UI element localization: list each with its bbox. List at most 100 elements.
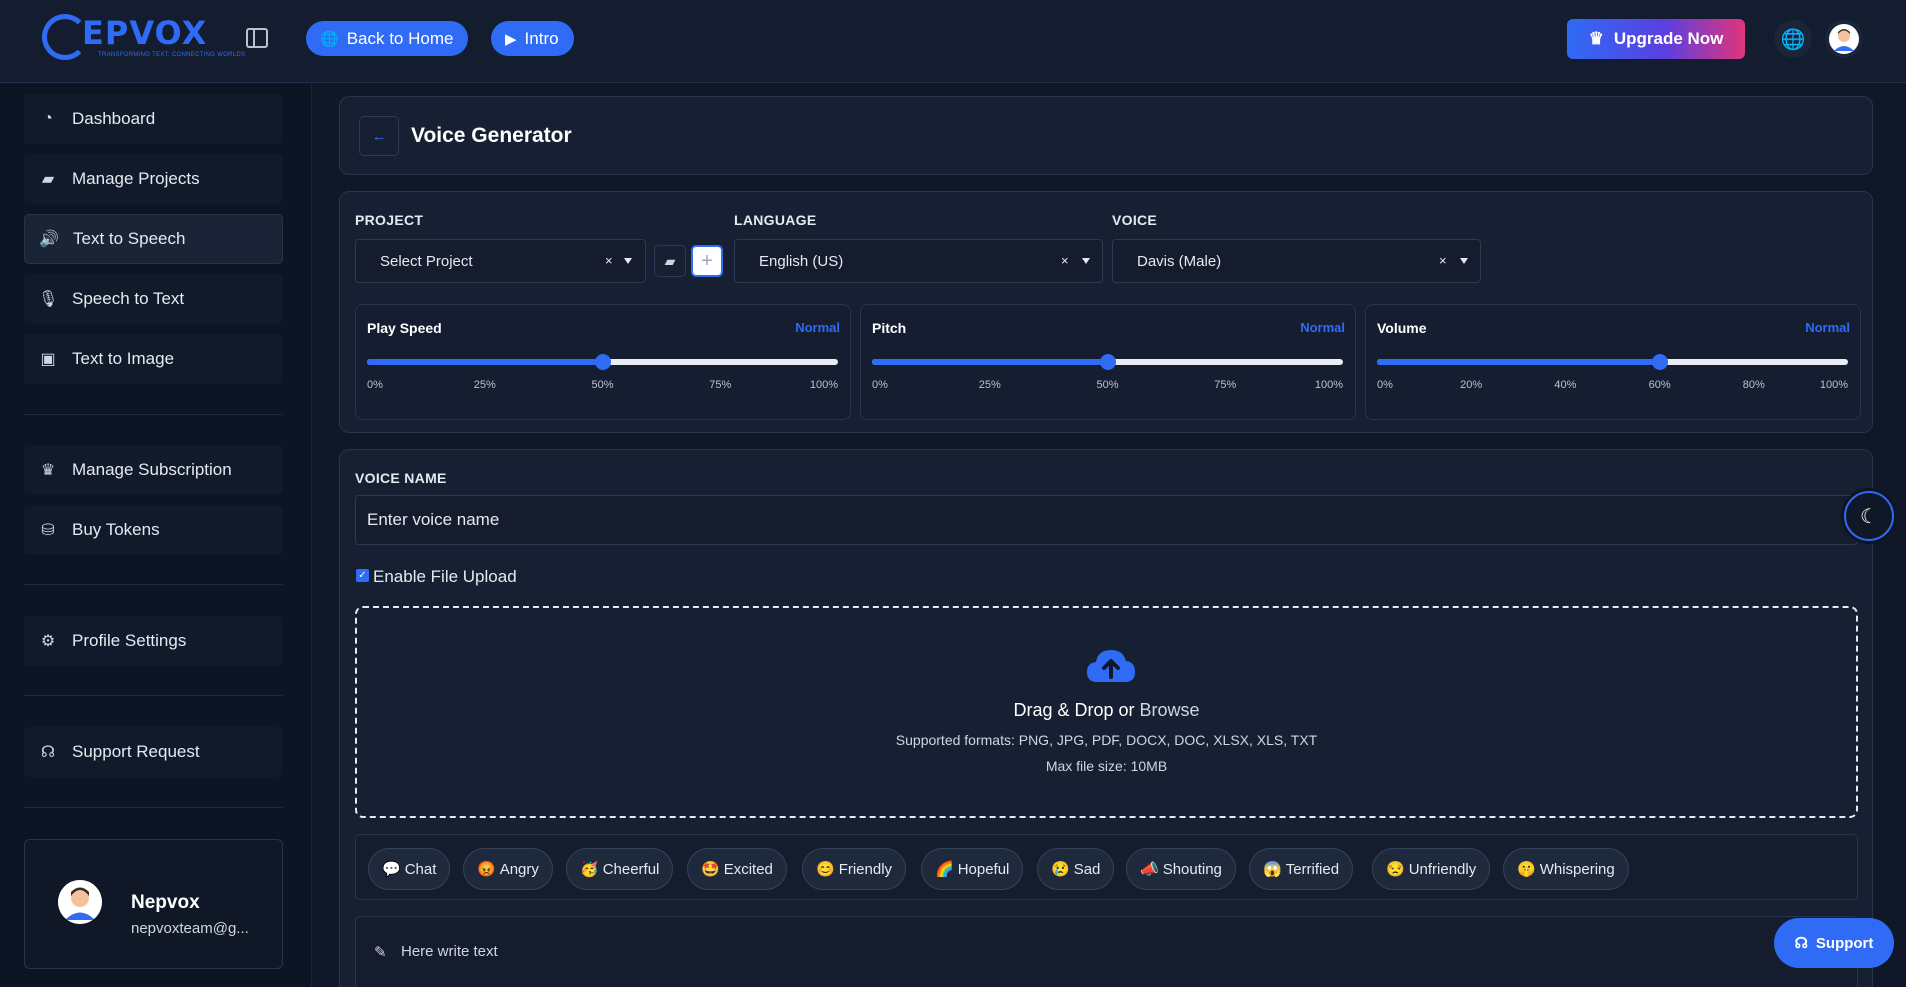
slider-tick-label: 0% — [1377, 379, 1393, 391]
shouting-emoji-icon: 📣 — [1140, 861, 1159, 878]
clear-icon[interactable]: × — [1061, 253, 1069, 268]
avatar — [58, 880, 102, 924]
sidebar-item-label: Support Request — [72, 742, 200, 761]
intro-button[interactable]: ▶ Intro — [491, 21, 574, 56]
browse-link[interactable]: Browse — [1140, 700, 1200, 720]
sidebar-item-label: Dashboard — [72, 109, 156, 128]
project-select[interactable]: Select Project × — [355, 239, 646, 283]
emotion-label: Chat — [404, 860, 437, 878]
sidebar-item-text-to-image[interactable]: ▣ Text to Image — [24, 334, 283, 384]
emotion-chip-unfriendly[interactable]: 😒 Unfriendly — [1372, 848, 1491, 890]
chevron-down-icon[interactable] — [624, 258, 632, 264]
emotion-chip-cheerful[interactable]: 🥳 Cheerful — [566, 848, 674, 890]
play-speed-slider[interactable] — [367, 354, 838, 370]
voice-name-input[interactable]: Enter voice name — [355, 495, 1858, 545]
sidebar-item-manage-subscription[interactable]: ♛ Manage Subscription — [24, 445, 283, 495]
emotion-label: Friendly — [838, 860, 893, 878]
intro-label: Intro — [524, 28, 559, 48]
emotion-chip-shouting[interactable]: 📣 Shouting — [1126, 848, 1236, 890]
slider-ticks: 0% 25% 50% 75% 100% — [872, 379, 1343, 393]
enable-file-upload-label: Enable File Upload — [373, 567, 517, 586]
globe-icon: 🌐 — [1780, 28, 1806, 51]
sidebar-item-support-request[interactable]: ☊ Support Request — [24, 727, 283, 777]
chevron-down-icon[interactable] — [1082, 258, 1090, 264]
hopeful-emoji-icon: 🌈 — [935, 861, 954, 878]
back-to-home-label: Back to Home — [346, 28, 454, 48]
emotion-chip-angry[interactable]: 😡 Angry — [463, 848, 553, 890]
back-button[interactable]: ← — [359, 116, 399, 156]
sidebar-item-label: Text to Speech — [73, 229, 186, 248]
language-select[interactable]: English (US) × — [734, 239, 1103, 283]
logo-tagline: TRANSFORMING TEXT, CONNECTING WORLDS — [98, 52, 246, 58]
emotion-label: Angry — [499, 860, 539, 878]
emotion-chip-bar: 💬 Chat 😡 Angry 🥳 Cheerful 🤩 Excited 😊 Friendl… — [355, 834, 1858, 900]
slider-thumb[interactable] — [1099, 354, 1116, 370]
nepvox-logo[interactable]: EPVOX TRANSFORMING TEXT, CONNECTING WORL… — [42, 12, 245, 64]
moon-icon: ☾ — [1860, 505, 1878, 528]
avatar-icon — [58, 880, 102, 924]
emotion-label: Shouting — [1162, 860, 1222, 878]
add-project-button[interactable]: + — [691, 245, 723, 277]
crown-icon: ♛ — [40, 462, 56, 479]
emotion-chip-excited[interactable]: 🤩 Excited — [687, 848, 787, 890]
sad-emoji-icon: 😢 — [1051, 861, 1070, 878]
pitch-slider[interactable] — [872, 354, 1343, 370]
slider-value-label: Normal — [1805, 320, 1850, 335]
sidebar-item-label: Speech to Text — [72, 289, 185, 308]
max-file-size-text: Max file size: 10MB — [1045, 758, 1168, 774]
emotion-chip-whispering[interactable]: 🤫 Whispering — [1503, 848, 1629, 890]
emotion-chip-sad[interactable]: 😢 Sad — [1037, 848, 1115, 890]
sidebar-item-label: Buy Tokens — [72, 520, 160, 539]
theme-toggle-button[interactable]: ☾ — [1844, 491, 1894, 541]
emotion-chip-terrified[interactable]: 😱 Terrified — [1249, 848, 1354, 890]
upgrade-label: Upgrade Now — [1613, 29, 1724, 48]
emotion-chip-hopeful[interactable]: 🌈 Hopeful — [921, 848, 1024, 890]
clear-icon[interactable]: × — [1439, 253, 1447, 268]
sidebar-item-buy-tokens[interactable]: ⛁ Buy Tokens — [24, 505, 283, 555]
arrow-left-icon: ← — [371, 127, 387, 145]
sidebar-item-manage-projects[interactable]: ▰ Manage Projects — [24, 154, 283, 204]
slider-title: Volume — [1377, 320, 1427, 336]
user-profile-card[interactable]: Nepvox nepvoxteam@g... — [24, 839, 283, 969]
slider-tick-label: 100% — [1819, 379, 1848, 391]
user-avatar-button[interactable] — [1825, 20, 1863, 58]
sidebar-item-profile-settings[interactable]: ⚙ Profile Settings — [24, 616, 283, 666]
sidebar-item-speech-to-text[interactable]: 🎙 Speech to Text — [24, 274, 283, 324]
crown-icon: ♛ — [1588, 29, 1604, 48]
open-folder-button[interactable]: ▰ — [654, 245, 686, 277]
angry-emoji-icon: 😡 — [477, 861, 496, 878]
friendly-emoji-icon: 😊 — [816, 861, 835, 878]
back-to-home-button[interactable]: 🌐 Back to Home — [306, 21, 469, 56]
voice-select[interactable]: Davis (Male) × — [1112, 239, 1481, 283]
voice-label: VOICE — [1112, 212, 1158, 228]
sidebar-item-text-to-speech[interactable]: 🔊 Text to Speech — [24, 214, 283, 264]
avatar-icon — [1829, 24, 1859, 54]
slider-thumb[interactable] — [594, 354, 611, 370]
terrified-emoji-icon: 😱 — [1263, 861, 1282, 878]
support-button[interactable]: ☊ Support — [1774, 918, 1894, 968]
clear-icon[interactable]: × — [605, 253, 613, 268]
chevron-down-icon[interactable] — [1460, 258, 1468, 264]
whispering-emoji-icon: 🤫 — [1517, 861, 1536, 878]
emotion-label: Sad — [1073, 860, 1101, 878]
text-input-area[interactable]: ✎ Here write text — [355, 916, 1858, 987]
sidebar-item-dashboard[interactable]: ◔ Dashboard — [24, 94, 283, 144]
emotion-chip-friendly[interactable]: 😊 Friendly — [802, 848, 907, 890]
sidebar-item-label: Manage Subscription — [72, 460, 232, 479]
voice-select-value: Davis (Male) — [1137, 252, 1222, 270]
language-globe-button[interactable]: 🌐 — [1774, 20, 1812, 58]
volume-slider[interactable] — [1377, 354, 1848, 370]
slider-tick-label: 0% — [367, 379, 383, 391]
emotion-chip-chat[interactable]: 💬 Chat — [368, 848, 451, 890]
sidebar: ◔ Dashboard ▰ Manage Projects 🔊 Text to … — [0, 84, 312, 987]
unfriendly-emoji-icon: 😒 — [1386, 861, 1405, 878]
volume-slider-card: Volume Normal 0% 20% 40% 60% 80% 100% — [1365, 304, 1861, 420]
sidebar-divider — [24, 584, 283, 585]
enable-file-upload-checkbox[interactable]: ✓ — [356, 569, 369, 582]
sidebar-toggle-icon[interactable] — [246, 28, 268, 48]
upgrade-now-button[interactable]: ♛ Upgrade Now — [1567, 19, 1745, 59]
speaker-icon: 🔊 — [39, 231, 59, 248]
file-dropzone[interactable]: Drag & Drop or Browse Supported formats:… — [355, 606, 1858, 818]
slider-value-label: Normal — [1300, 320, 1345, 335]
slider-thumb[interactable] — [1651, 354, 1668, 370]
